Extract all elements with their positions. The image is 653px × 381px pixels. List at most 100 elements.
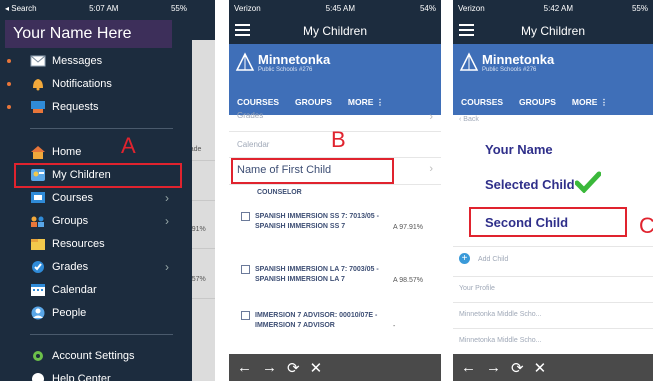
user-name-header[interactable]: Your Name Here xyxy=(5,20,172,48)
screenshot-panel-a: Grade - 97.91% 98.57% - ◂ Search 5:07 AM… xyxy=(0,0,215,381)
drawer-item-messages[interactable]: Messages xyxy=(0,50,192,72)
forward-arrow-icon[interactable]: → xyxy=(262,359,277,376)
grades-icon xyxy=(32,261,44,273)
reload-icon[interactable]: ⟳ xyxy=(511,359,524,377)
drawer-item-home[interactable]: Home xyxy=(0,141,192,163)
course-grade: A 98.57% xyxy=(393,277,423,284)
status-battery: 54% xyxy=(419,4,436,13)
school-name: Minnetonka xyxy=(482,52,555,67)
back-arrow-icon[interactable]: ← xyxy=(237,359,252,376)
drawer-item-courses[interactable]: Courses › xyxy=(0,187,192,209)
tab-groups[interactable]: GROUPS xyxy=(295,97,332,107)
reload-icon[interactable]: ⟳ xyxy=(287,359,300,377)
chevron-right-icon: › xyxy=(165,260,169,274)
drawer-item-label: People xyxy=(52,307,87,319)
drawer-item-groups[interactable]: Groups › xyxy=(0,210,192,232)
drawer-item-label: Calendar xyxy=(52,284,97,296)
drawer-item-account-settings[interactable]: Account Settings xyxy=(0,345,192,367)
add-child-label: Add Child xyxy=(477,256,509,263)
requests-icon xyxy=(31,101,45,113)
help-icon xyxy=(32,373,44,381)
status-carrier: Verizon xyxy=(234,4,261,13)
list-row-school[interactable]: Minnetonka Middle Scho... xyxy=(453,302,653,328)
course-icon xyxy=(241,265,250,274)
hamburger-menu-icon[interactable] xyxy=(235,24,250,39)
drawer-item-label: Groups xyxy=(52,215,89,227)
drawer-divider xyxy=(30,128,173,129)
school-logo-icon xyxy=(235,52,255,71)
drawer-item-help-center[interactable]: Help Center xyxy=(0,368,192,381)
back-arrow-icon[interactable]: ← xyxy=(461,359,476,376)
course-title: IMMERSION 7 ADVISOR: 00010/07E - IMMERSI… xyxy=(255,312,378,329)
chevron-right-icon: › xyxy=(165,191,169,205)
status-battery: 55% xyxy=(631,4,648,13)
status-bar: ◂ Search 5:07 AM 55% xyxy=(0,0,192,17)
course-icon xyxy=(241,311,250,320)
drawer-item-label: Resources xyxy=(52,238,105,250)
people-icon xyxy=(31,306,45,320)
status-bar: Verizon 5:42 AM 55% xyxy=(453,0,653,17)
browser-nav-bar: ← → ⟳ ✕ xyxy=(229,354,441,381)
selected-child-item[interactable]: Selected Child xyxy=(485,177,575,192)
app-bar: My Children xyxy=(453,17,653,44)
status-bar: Verizon 5:45 AM 54% xyxy=(229,0,441,17)
school-subtitle: Public Schools #276 xyxy=(482,67,537,73)
drawer-item-people[interactable]: People xyxy=(0,302,192,324)
screenshot-panel-c: Verizon 5:42 AM 55% My Children Minneton… xyxy=(453,0,653,381)
browser-nav-bar: ← → ⟳ ✕ xyxy=(453,354,653,381)
close-icon[interactable]: ✕ xyxy=(534,359,547,377)
app-bar: My Children xyxy=(229,17,441,44)
status-battery: 55% xyxy=(170,4,187,13)
parent-name[interactable]: Your Name xyxy=(485,142,553,157)
list-row-school[interactable]: Minnetonka Middle Scho... xyxy=(453,328,653,354)
tab-more[interactable]: MORE ⋮ xyxy=(348,97,384,108)
course-grade: - xyxy=(393,323,396,330)
chevron-right-icon: › xyxy=(165,214,169,228)
page-title: My Children xyxy=(302,23,368,38)
drawer-item-resources[interactable]: Resources xyxy=(0,233,192,255)
nav-drawer: ◂ Search 5:07 AM 55% Your Name Here Mess… xyxy=(0,0,192,381)
school-banner: Minnetonka Public Schools #276 xyxy=(453,44,653,89)
groups-icon xyxy=(31,216,44,227)
hamburger-menu-icon[interactable] xyxy=(459,24,474,39)
school-subtitle: Public Schools #276 xyxy=(258,67,313,73)
tab-courses[interactable]: COURSES xyxy=(461,97,503,107)
tab-courses[interactable]: COURSES xyxy=(237,97,279,107)
course-title: SPANISH IMMERSION SS 7: 7013/05 - SPANIS… xyxy=(255,213,379,230)
drawer-item-label: Notifications xyxy=(52,78,112,90)
calendar-icon xyxy=(31,284,45,296)
school-name: Minnetonka xyxy=(258,52,331,67)
drawer-item-notifications[interactable]: Notifications xyxy=(0,73,192,95)
row-label: Calendar xyxy=(237,140,270,149)
drawer-item-calendar[interactable]: Calendar xyxy=(0,279,192,301)
drawer-item-label: Help Center xyxy=(52,373,111,381)
tab-more[interactable]: MORE ⋮ xyxy=(572,97,608,108)
drawer-item-grades[interactable]: Grades › xyxy=(0,256,192,278)
highlight-box-c xyxy=(469,207,627,237)
drawer-item-label: Account Settings xyxy=(52,350,135,362)
school-banner: Minnetonka Public Schools #276 xyxy=(229,44,441,89)
add-child-row[interactable]: + Add Child xyxy=(453,246,653,271)
tab-bar: COURSES GROUPS MORE ⋮ xyxy=(453,89,653,115)
bell-icon xyxy=(33,79,43,91)
list-row-profile[interactable]: Your Profile xyxy=(453,276,653,302)
back-link[interactable]: ‹ Back xyxy=(459,116,479,123)
back-label: Back xyxy=(463,116,479,123)
annotation-letter-c: C xyxy=(639,213,653,238)
resources-icon xyxy=(31,239,45,250)
tab-groups[interactable]: GROUPS xyxy=(519,97,556,107)
drawer-item-label: Courses xyxy=(52,192,93,204)
row-label: Grades xyxy=(237,111,264,120)
close-icon[interactable]: ✕ xyxy=(310,359,323,377)
drawer-item-requests[interactable]: Requests xyxy=(0,96,192,118)
status-carrier: Verizon xyxy=(458,4,485,13)
status-time: 5:07 AM xyxy=(89,4,119,13)
drawer-item-label: Grades xyxy=(52,261,89,273)
counselor-label: COUNSELOR xyxy=(257,189,302,196)
forward-arrow-icon[interactable]: → xyxy=(486,359,501,376)
course-grade: A 97.91% xyxy=(393,224,423,231)
gear-icon xyxy=(33,351,43,361)
highlight-box-b xyxy=(231,158,394,184)
screenshot-panel-b: Verizon 5:45 AM 54% My Children Minneton… xyxy=(229,0,441,381)
courses-icon xyxy=(31,192,45,203)
